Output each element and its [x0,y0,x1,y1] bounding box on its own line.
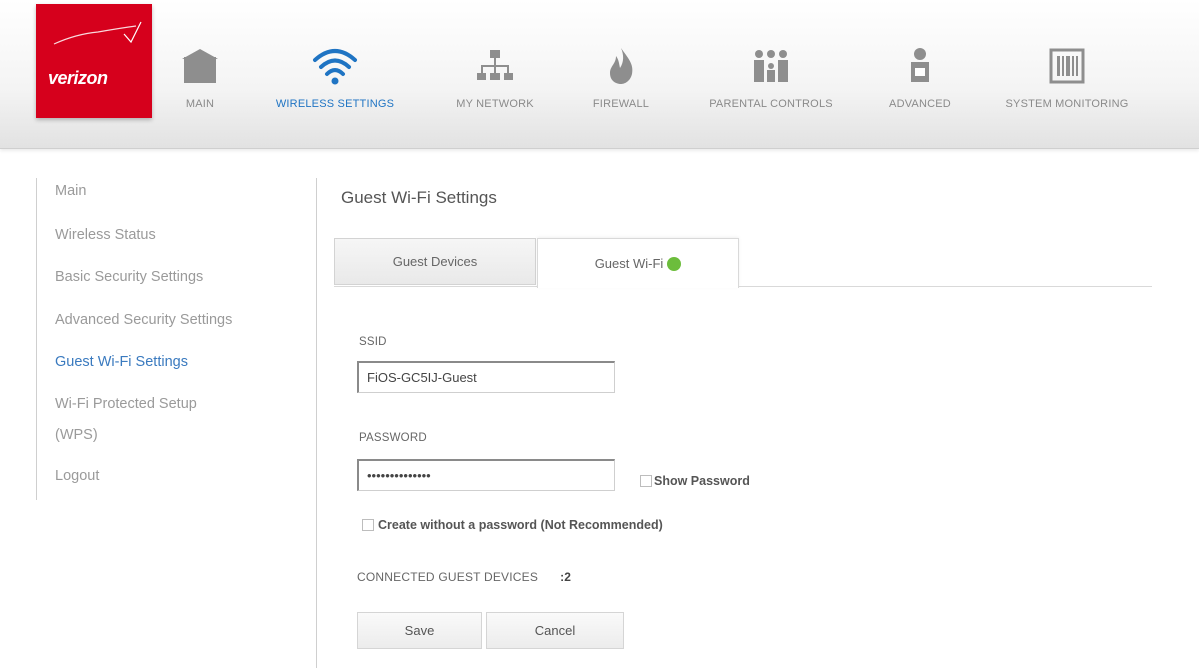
sidebar-item-logout[interactable]: Logout [55,465,99,487]
content-divider [316,178,317,668]
ssid-label: SSID [359,336,387,348]
nav-item-wireless-settings[interactable]: WIRELESS SETTINGS [255,44,415,110]
home-icon [172,44,228,88]
sidebar-item-main[interactable]: Main [55,180,86,202]
sidebar-item-advanced-security[interactable]: Advanced Security Settings [55,309,232,331]
nav-label-system-monitoring: SYSTEM MONITORING [1005,98,1129,110]
advanced-user-icon [874,44,966,88]
nav-item-advanced[interactable]: ADVANCED [874,44,966,110]
tab-guest-wifi-label: Guest Wi-Fi [594,256,664,271]
connected-guest-devices-count: :2 [560,570,572,584]
sidebar-item-wps[interactable]: Wi-Fi Protected Setup [55,393,197,415]
nav-label-main: MAIN [185,98,215,110]
logo-check-mark [53,21,142,45]
top-navigation-bar: verizon MAIN WIRELESS SETTINGS MY NETWOR… [0,0,1199,149]
nav-label-wireless-settings: WIRELESS SETTINGS [275,98,395,110]
monitor-icon [984,44,1150,88]
password-input[interactable] [357,459,615,491]
status-dot-icon [667,256,682,271]
nav-label-firewall: FIREWALL [592,98,650,110]
page-title: Guest Wi-Fi Settings [341,188,497,207]
flame-icon [582,44,660,88]
nav-item-system-monitoring[interactable]: SYSTEM MONITORING [984,44,1150,110]
tab-guest-devices[interactable]: Guest Devices [334,238,536,285]
nav-label-my-network: MY NETWORK [456,98,534,110]
create-without-password-box[interactable] [362,519,374,531]
nav-item-main[interactable]: MAIN [172,44,228,110]
tab-guest-wifi[interactable]: Guest Wi-Fi [537,238,739,288]
family-icon [688,44,854,88]
sidebar-item-basic-security[interactable]: Basic Security Settings [55,266,203,288]
tab-bar: Guest Devices Guest Wi-Fi [334,238,1152,288]
verizon-logo[interactable]: verizon [36,4,152,118]
network-icon [440,44,550,88]
sidebar-item-wireless-status[interactable]: Wireless Status [55,224,156,246]
nav-label-advanced: ADVANCED [889,98,951,110]
sidebar: Main Wireless Status Basic Security Sett… [36,178,297,500]
nav-item-firewall[interactable]: FIREWALL [582,44,660,110]
nav-item-parental-controls[interactable]: PARENTAL CONTROLS [688,44,854,110]
nav-item-my-network[interactable]: MY NETWORK [440,44,550,110]
ssid-input[interactable] [357,361,615,393]
sidebar-item-wps-suffix[interactable]: (WPS) [55,424,98,446]
wifi-icon [255,44,415,88]
password-label: PASSWORD [359,432,427,444]
sidebar-item-guest-wifi[interactable]: Guest Wi-Fi Settings [55,351,188,373]
logo-wordmark: verizon [48,68,108,88]
nav-label-parental-controls: PARENTAL CONTROLS [709,98,833,110]
show-password-label: Show Password [654,474,750,488]
show-password-box[interactable] [640,475,652,487]
tab-guest-devices-label: Guest Devices [392,254,478,269]
save-button[interactable]: Save [357,612,482,649]
create-without-password-label: Create without a password (Not Recommend… [378,518,663,532]
show-password-checkbox[interactable]: Show Password [640,474,750,488]
cancel-button[interactable]: Cancel [486,612,624,649]
create-without-password-checkbox[interactable]: Create without a password (Not Recommend… [362,518,663,532]
connected-guest-devices-label: CONNECTED GUEST DEVICES [357,570,539,584]
connected-guest-devices: CONNECTED GUEST DEVICES :2 [357,570,571,584]
